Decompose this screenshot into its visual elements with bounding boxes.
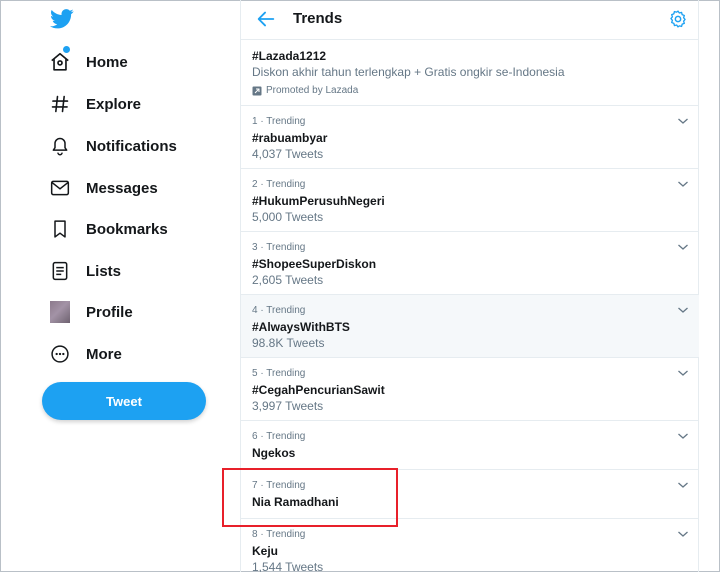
chevron-down-icon[interactable] — [677, 529, 689, 539]
trend-count: 1,544 Tweets — [252, 560, 324, 572]
nav-messages[interactable]: Messages — [48, 168, 158, 208]
nav-label: Bookmarks — [86, 220, 168, 238]
nav-home[interactable]: Home — [48, 42, 128, 82]
trend-meta: 5 · Trending — [252, 368, 306, 379]
trend-count: 4,037 Tweets — [252, 147, 324, 161]
envelope-icon — [48, 176, 72, 200]
trend-item[interactable]: 3 · Trending #ShopeeSuperDiskon 2,605 Tw… — [241, 232, 699, 295]
chevron-down-icon[interactable] — [677, 480, 689, 490]
trend-item[interactable]: 6 · Trending Ngekos — [241, 421, 699, 470]
promoted-trend-description: Diskon akhir tahun terlengkap + Gratis o… — [252, 65, 565, 79]
chevron-down-icon[interactable] — [677, 116, 689, 126]
promoted-by: Promoted by Lazada — [252, 85, 688, 96]
trend-meta: 2 · Trending — [252, 179, 306, 190]
trend-count: 2,605 Tweets — [252, 273, 324, 287]
trend-count: 3,997 Tweets — [252, 399, 324, 413]
trend-item[interactable]: 4 · Trending #AlwaysWithBTS 98.8K Tweets — [241, 295, 699, 358]
nav-explore[interactable]: Explore — [48, 84, 141, 124]
trend-meta: 3 · Trending — [252, 242, 306, 253]
bookmark-icon — [48, 217, 72, 241]
trend-name: #CegahPencurianSawit — [252, 383, 385, 397]
trends-header: Trends — [241, 0, 699, 40]
avatar — [50, 301, 70, 323]
nav-lists[interactable]: Lists — [48, 251, 121, 291]
bell-icon — [48, 134, 72, 158]
home-icon — [48, 50, 72, 74]
trend-item[interactable]: 1 · Trending #rabuambyar 4,037 Tweets — [241, 106, 699, 169]
tweet-button[interactable]: Tweet — [42, 382, 206, 420]
promoted-trend[interactable]: #Lazada1212 Diskon akhir tahun terlengka… — [241, 40, 699, 106]
trend-meta: 1 · Trending — [252, 116, 306, 127]
notification-dot — [63, 46, 70, 53]
trend-item[interactable]: 7 · Trending Nia Ramadhani — [241, 470, 699, 519]
back-arrow-icon[interactable] — [255, 8, 277, 30]
trend-meta: 7 · Trending — [252, 480, 306, 491]
trend-name: Ngekos — [252, 446, 296, 460]
trend-meta: 8 · Trending — [252, 529, 306, 540]
nav-label: Messages — [86, 179, 158, 197]
chevron-down-icon[interactable] — [677, 305, 689, 315]
trend-meta: 4 · Trending — [252, 305, 306, 316]
trend-count: 98.8K Tweets — [252, 336, 325, 350]
trends-column: Trends #Lazada1212 Diskon akhir tahun te… — [240, 0, 699, 572]
trend-meta: 6 · Trending — [252, 431, 306, 442]
promoted-by-label: Promoted by Lazada — [266, 85, 359, 96]
nav-label: Explore — [86, 95, 142, 113]
trend-name: Nia Ramadhani — [252, 495, 339, 509]
trend-name: #AlwaysWithBTS — [252, 320, 350, 334]
chevron-down-icon[interactable] — [677, 242, 689, 252]
sidebar: Home Explore Notifications Messages Book… — [0, 0, 240, 572]
nav-bookmarks[interactable]: Bookmarks — [48, 209, 168, 249]
trend-count: 5,000 Tweets — [252, 210, 324, 224]
nav-more[interactable]: More — [48, 334, 122, 374]
list-icon — [48, 259, 72, 283]
trend-item[interactable]: 5 · Trending #CegahPencurianSawit 3,997 … — [241, 358, 699, 421]
nav-label: Home — [86, 53, 128, 71]
promoted-icon — [252, 86, 262, 95]
trend-item[interactable]: 2 · Trending #HukumPerusuhNegeri 5,000 T… — [241, 169, 699, 232]
chevron-down-icon[interactable] — [677, 179, 689, 189]
nav-notifications[interactable]: Notifications — [48, 126, 177, 166]
chevron-down-icon[interactable] — [677, 431, 689, 441]
nav-label: Notifications — [86, 137, 177, 155]
nav-label: More — [86, 345, 122, 363]
nav-label: Lists — [86, 262, 122, 280]
hashtag-icon — [48, 92, 72, 116]
trend-name: #rabuambyar — [252, 131, 328, 145]
profile-icon-slot — [48, 300, 72, 324]
more-circle-icon — [48, 342, 72, 366]
trend-item[interactable]: 8 · Trending Keju 1,544 Tweets — [241, 519, 699, 572]
trend-name: #ShopeeSuperDiskon — [252, 257, 377, 271]
nav-label: Profile — [86, 303, 133, 321]
nav-profile[interactable]: Profile — [48, 292, 133, 332]
chevron-down-icon[interactable] — [677, 368, 689, 378]
trend-name: #HukumPerusuhNegeri — [252, 194, 385, 208]
gear-icon[interactable] — [668, 9, 688, 29]
twitter-logo-icon[interactable] — [50, 8, 74, 30]
promoted-trend-name: #Lazada1212 — [252, 49, 327, 63]
trend-name: Keju — [252, 544, 279, 558]
page-title: Trends — [293, 10, 343, 27]
